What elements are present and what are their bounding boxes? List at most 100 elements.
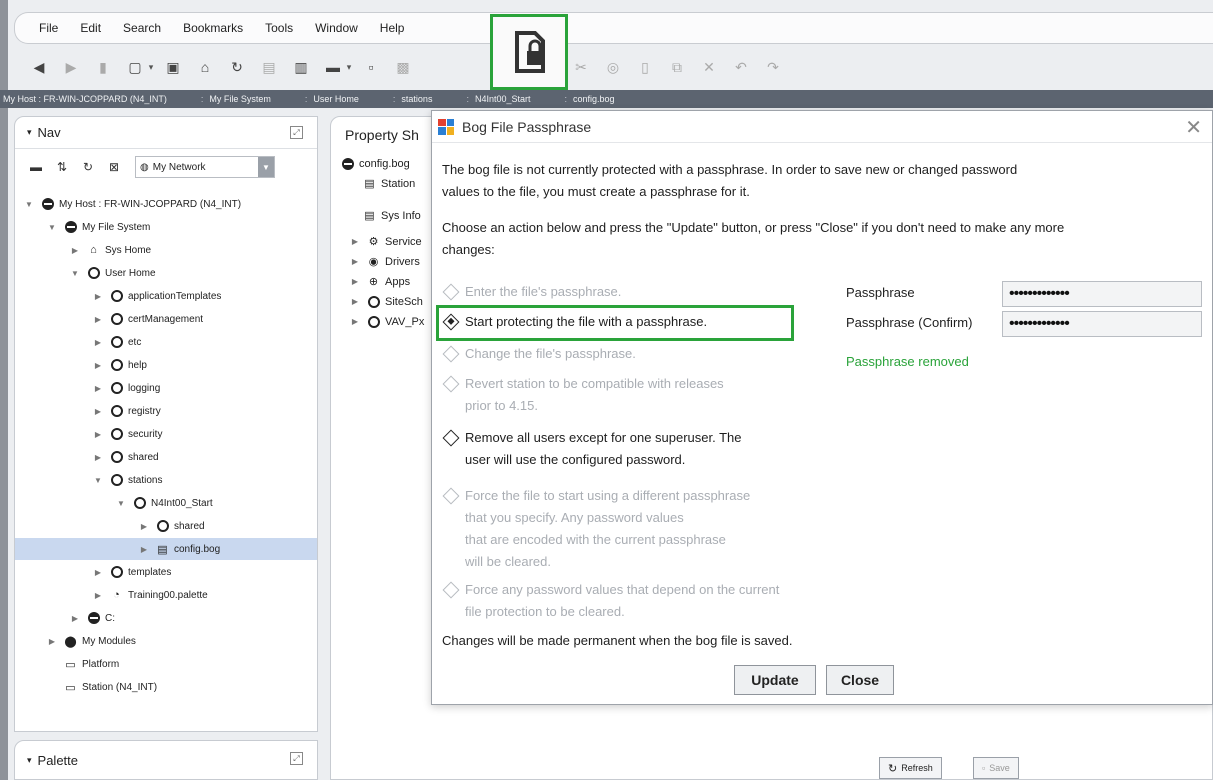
- refresh-icon[interactable]: ↻: [222, 56, 252, 78]
- sort-icon[interactable]: ⇅: [51, 156, 73, 178]
- close-button[interactable]: Close: [826, 665, 894, 695]
- menu-help[interactable]: Help: [380, 21, 405, 35]
- radio-icon[interactable]: [442, 283, 460, 301]
- breadcrumb-station[interactable]: N4Int00_Start: [475, 94, 531, 104]
- refresh-button[interactable]: ↻ Refresh: [879, 757, 942, 779]
- breadcrumb-config-bog[interactable]: config.bog: [573, 94, 615, 104]
- close-icon[interactable]: ✕: [1185, 115, 1202, 140]
- chevron-right-icon[interactable]: ▶: [46, 637, 58, 646]
- tree-item[interactable]: ▶ certManagement: [92, 308, 203, 330]
- chevron-right-icon[interactable]: ▶: [138, 522, 150, 531]
- menu-search[interactable]: Search: [123, 21, 161, 35]
- tree-item[interactable]: ▶ shared: [138, 515, 205, 537]
- chevron-down-icon[interactable]: ▼: [92, 476, 104, 485]
- tree-item[interactable]: ▶ ⬤ My Modules: [46, 630, 136, 652]
- breadcrumb-file-system[interactable]: My File System: [209, 94, 271, 104]
- copy-icon[interactable]: ◎: [598, 56, 628, 78]
- side-bar-icon[interactable]: ▥: [286, 56, 316, 78]
- maximize-icon[interactable]: ⤢: [290, 126, 303, 139]
- tree-item[interactable]: ▶ registry: [92, 400, 161, 422]
- breadcrumb-host[interactable]: My Host : FR-WIN-JCOPPARD (N4_INT): [3, 94, 167, 104]
- tree-item[interactable]: ▭ Platform: [46, 653, 119, 675]
- tree-item[interactable]: ▶ shared: [92, 446, 159, 468]
- chevron-down-icon[interactable]: ▼: [115, 499, 127, 508]
- property-row[interactable]: config.bog: [341, 157, 410, 170]
- undo-icon[interactable]: ↶: [726, 56, 756, 78]
- radio-icon[interactable]: [442, 429, 460, 447]
- option-5[interactable]: Remove all users except for one superuse…: [442, 427, 742, 471]
- chevron-right-icon[interactable]: ▶: [92, 407, 104, 416]
- menu-window[interactable]: Window: [315, 21, 358, 35]
- chevron-down-icon[interactable]: ▼: [69, 269, 81, 278]
- view-menu-chevron-icon[interactable]: ▾: [146, 56, 156, 78]
- open-folder-icon[interactable]: ▣: [158, 56, 188, 78]
- menu-tools[interactable]: Tools: [265, 21, 293, 35]
- nav-collapse-chevron-icon[interactable]: ▾: [27, 127, 32, 138]
- property-row[interactable]: ▶ ⊕ Apps: [349, 275, 410, 289]
- palette-collapse-chevron-icon[interactable]: ▾: [27, 755, 32, 766]
- tree-item[interactable]: ▶ applicationTemplates: [92, 285, 221, 307]
- chevron-right-icon[interactable]: ▶: [92, 591, 104, 600]
- property-row[interactable]: ▶ ◉ Drivers: [349, 255, 420, 269]
- radio-icon[interactable]: [442, 375, 460, 393]
- tree-item[interactable]: ▭ Station (N4_INT): [46, 676, 157, 698]
- radio-icon[interactable]: [442, 581, 460, 599]
- tree-item[interactable]: ▶ security: [92, 423, 162, 445]
- passphrase-confirm-field[interactable]: •••••••••••••: [1002, 311, 1202, 337]
- option-3[interactable]: Change the file's passphrase.: [442, 343, 636, 365]
- paste-icon[interactable]: ▯: [630, 56, 660, 78]
- save-icon[interactable]: ▫: [356, 56, 386, 78]
- chevron-right-icon[interactable]: ▶: [92, 384, 104, 393]
- passphrase-field[interactable]: •••••••••••••: [1002, 281, 1202, 307]
- property-row[interactable]: ▤ Sys Info: [363, 209, 420, 223]
- chevron-right-icon[interactable]: ▶: [92, 315, 104, 324]
- menu-edit[interactable]: Edit: [80, 21, 101, 35]
- cut-icon[interactable]: ✂: [566, 56, 596, 78]
- delete-icon[interactable]: ✕: [694, 56, 724, 78]
- option-1[interactable]: Enter the file's passphrase.: [442, 281, 621, 303]
- radio-icon[interactable]: [442, 487, 460, 505]
- folder-menu-chevron-icon[interactable]: ▾: [344, 56, 354, 78]
- back-icon[interactable]: ◀: [24, 56, 54, 78]
- tree-item[interactable]: ▶ ⌂ Sys Home: [69, 239, 151, 261]
- close-tree-icon[interactable]: ⊠: [103, 156, 125, 178]
- breadcrumb-stations[interactable]: stations: [401, 94, 432, 104]
- chevron-right-icon[interactable]: ▶: [92, 338, 104, 347]
- tree-item[interactable]: ▶ etc: [92, 331, 141, 353]
- chevron-right-icon[interactable]: ▶: [69, 614, 81, 623]
- chevron-right-icon[interactable]: ▶: [92, 568, 104, 577]
- chevron-right-icon[interactable]: ▶: [92, 361, 104, 370]
- update-button[interactable]: Update: [734, 665, 816, 695]
- forward-icon[interactable]: ▶: [56, 56, 86, 78]
- tree-item[interactable]: ▼ My File System: [46, 216, 150, 238]
- passphrase-toolbar-button[interactable]: [490, 14, 568, 90]
- menu-file[interactable]: File: [39, 21, 58, 35]
- folder-icon[interactable]: ▬: [25, 156, 47, 178]
- menu-bookmarks[interactable]: Bookmarks: [183, 21, 243, 35]
- tree-item[interactable]: ▼ User Home: [69, 262, 156, 284]
- property-row[interactable]: ▶ VAV_Px: [349, 315, 424, 328]
- chevron-down-icon[interactable]: ▼: [258, 157, 274, 177]
- chevron-down-icon[interactable]: ▼: [46, 223, 58, 232]
- refresh-icon[interactable]: ↻: [77, 156, 99, 178]
- home-icon[interactable]: ⌂: [190, 56, 220, 78]
- chevron-right-icon[interactable]: ▶: [92, 430, 104, 439]
- property-row[interactable]: ▶ SiteSch: [349, 295, 423, 308]
- chevron-right-icon[interactable]: ▶: [92, 453, 104, 462]
- chevron-right-icon[interactable]: ▶: [92, 292, 104, 301]
- property-row[interactable]: ▤ Station: [363, 177, 415, 191]
- option-4[interactable]: Revert station to be compatible with rel…: [442, 373, 724, 417]
- up-level-icon[interactable]: ▮: [88, 56, 118, 78]
- maximize-icon[interactable]: ⤢: [290, 752, 303, 765]
- option-7[interactable]: Force any password values that depend on…: [442, 579, 779, 623]
- tree-item[interactable]: ▶ logging: [92, 377, 160, 399]
- tree-item[interactable]: ▼ stations: [92, 469, 162, 491]
- tree-item[interactable]: ▼ N4Int00_Start: [115, 492, 213, 514]
- save-button[interactable]: ▫ Save: [973, 757, 1019, 779]
- tab-property-sheet[interactable]: Property Sh: [345, 127, 419, 143]
- chevron-down-icon[interactable]: ▼: [23, 200, 35, 209]
- property-row[interactable]: ▶ ⚙ Service: [349, 235, 422, 249]
- radio-icon[interactable]: [442, 345, 460, 363]
- tree-item[interactable]: ▶ C:: [69, 607, 115, 629]
- network-select[interactable]: ◍ My Network ▼: [135, 156, 275, 178]
